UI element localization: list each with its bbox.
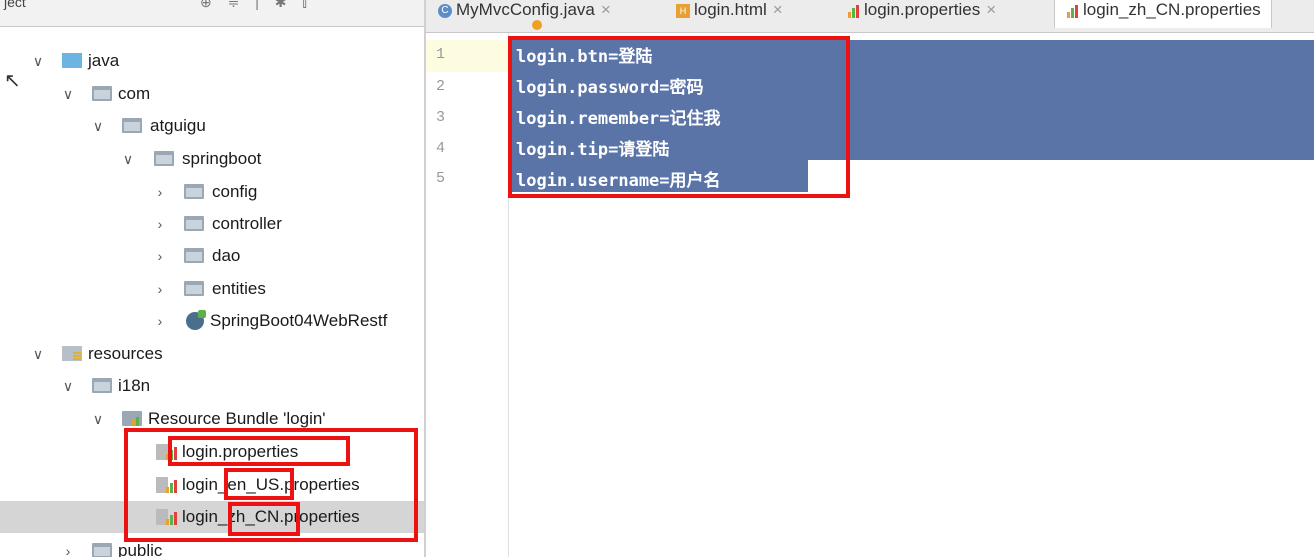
tree-node-controller[interactable]: › controller	[0, 208, 424, 240]
panel-toolbar-icons[interactable]: ⊕ ≑ | ✱ ⫾	[200, 0, 313, 11]
class-icon: C	[438, 3, 452, 18]
tab-login-zh-cn-properties[interactable]: login_zh_CN.properties	[1054, 0, 1272, 28]
tree-node-resources[interactable]: ∨ resources	[0, 338, 424, 370]
tab-login-properties[interactable]: login.properties ×	[846, 0, 996, 28]
tree-node-config[interactable]: › config	[0, 176, 424, 208]
tree-node-label: atguigu	[150, 116, 206, 135]
tree-node-label: springboot	[182, 149, 262, 168]
chevron-right-icon[interactable]: ›	[152, 273, 168, 305]
line-number: 1	[436, 46, 446, 63]
chevron-right-icon[interactable]: ›	[152, 305, 168, 337]
source-folder-icon	[62, 53, 82, 68]
tree-node-label: dao	[212, 246, 241, 265]
close-icon[interactable]: ×	[773, 0, 783, 19]
tree-node-springboot-app-class[interactable]: › SpringBoot04WebRestf	[0, 305, 424, 337]
tree-node-label: i18n	[118, 376, 151, 395]
highlight-box-en-us-suffix	[224, 468, 294, 500]
chevron-down-icon[interactable]: ∨	[120, 143, 136, 175]
properties-icon	[1065, 4, 1079, 18]
tree-node-label: controller	[212, 214, 282, 233]
chevron-down-icon[interactable]: ∨	[90, 403, 106, 435]
tree-node-springboot[interactable]: ∨ springboot	[0, 143, 424, 175]
warning-indicator-icon	[532, 20, 542, 30]
tree-node-atguigu[interactable]: ∨ atguigu	[0, 110, 424, 142]
project-panel-title: ject	[4, 0, 26, 10]
close-icon[interactable]: ×	[986, 0, 996, 19]
chevron-down-icon[interactable]: ∨	[60, 370, 76, 402]
tree-node-label: SpringBoot04WebRestf	[210, 311, 388, 330]
folder-icon	[92, 378, 112, 393]
project-tree-panel: ject ⊕ ≑ | ✱ ⫾ ↖ ∨ java ∨ com ∨ atguigu …	[0, 0, 424, 557]
tab-label: MyMvcConfig.java	[456, 0, 595, 19]
line-number: 5	[436, 170, 446, 187]
tab-label: login_zh_CN.properties	[1083, 0, 1261, 19]
tree-node-label: config	[212, 182, 258, 201]
chevron-down-icon[interactable]: ∨	[90, 110, 106, 142]
tree-node-label: java	[88, 51, 120, 70]
chevron-down-icon[interactable]: ∨	[60, 78, 76, 110]
tab-mymvcconfig[interactable]: C MyMvcConfig.java ×	[438, 0, 611, 28]
chevron-down-icon[interactable]: ∨	[30, 45, 46, 77]
package-icon	[184, 184, 204, 199]
project-panel-header: ject ⊕ ≑ | ✱ ⫾	[0, 0, 424, 27]
tree-node-com[interactable]: ∨ com	[0, 78, 424, 110]
folder-icon	[92, 543, 112, 557]
highlight-box-default-file	[168, 436, 350, 466]
chevron-right-icon[interactable]: ›	[152, 176, 168, 208]
highlight-box-zh-cn-suffix	[228, 502, 300, 536]
tree-node-entities[interactable]: › entities	[0, 273, 424, 305]
tree-node-i18n[interactable]: ∨ i18n	[0, 370, 424, 402]
line-number: 2	[436, 78, 446, 95]
tab-label: login.properties	[864, 0, 981, 19]
html-icon: H	[676, 3, 690, 18]
resource-bundle-icon	[122, 411, 142, 426]
chevron-right-icon[interactable]: ›	[152, 208, 168, 240]
editor-tab-bar: C MyMvcConfig.java × Hlogin.html × login.pr…	[426, 0, 1314, 33]
tree-node-dao[interactable]: › dao	[0, 240, 424, 272]
chevron-down-icon[interactable]: ∨	[30, 338, 46, 370]
chevron-right-icon[interactable]: ›	[152, 240, 168, 272]
tab-login-html[interactable]: Hlogin.html ×	[676, 0, 783, 28]
package-icon	[92, 86, 112, 101]
tree-node-label: com	[118, 84, 151, 103]
tree-node-java[interactable]: ∨ java	[0, 45, 424, 77]
resources-folder-icon	[62, 346, 82, 361]
package-icon	[184, 248, 204, 263]
properties-icon	[846, 4, 860, 18]
tab-label: login.html	[694, 0, 767, 19]
package-icon	[122, 118, 142, 133]
package-icon	[184, 216, 204, 231]
highlight-box-editor-content	[508, 36, 850, 198]
line-number: 3	[436, 109, 446, 126]
chevron-right-icon[interactable]: ›	[60, 535, 76, 557]
tree-node-label: entities	[212, 279, 266, 298]
spring-boot-class-icon	[186, 310, 206, 330]
package-icon	[154, 151, 174, 166]
package-icon	[184, 281, 204, 296]
tree-node-label: resources	[88, 344, 163, 363]
close-icon[interactable]: ×	[601, 0, 611, 19]
line-number: 4	[436, 140, 446, 157]
